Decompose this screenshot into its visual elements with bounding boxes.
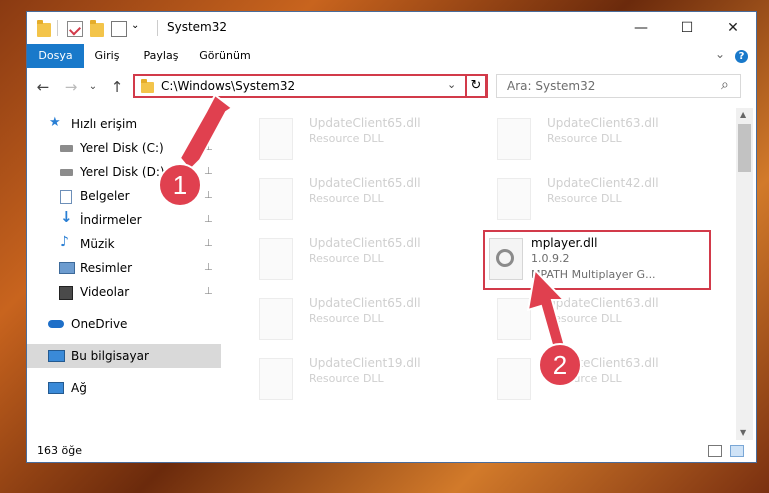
arrow-1 [178, 93, 234, 172]
callout-1: 1 [158, 163, 202, 207]
annotation-arrows [178, 93, 568, 357]
callout-2: 2 [538, 343, 582, 387]
